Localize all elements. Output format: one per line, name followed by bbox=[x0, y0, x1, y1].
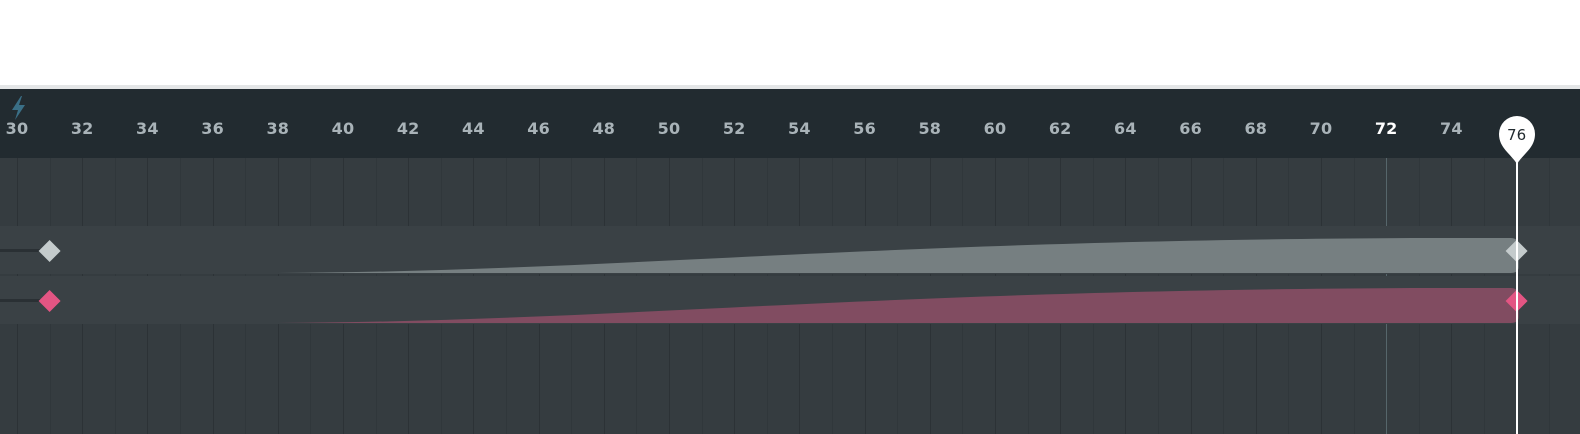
ruler-tick-50[interactable]: 50 bbox=[649, 119, 689, 138]
ruler-tick-40[interactable]: 40 bbox=[323, 119, 363, 138]
ruler-tick-64[interactable]: 64 bbox=[1105, 119, 1145, 138]
ruler-tick-32[interactable]: 32 bbox=[62, 119, 102, 138]
keyframe-tracks bbox=[0, 238, 1528, 323]
lightning-bolt-icon[interactable] bbox=[8, 95, 30, 121]
track-connector bbox=[0, 249, 42, 252]
time-ruler[interactable]: 30 32 34 36 38 40 42 44 46 48 50 52 54 56 58 60 62 64 66 68… bbox=[0, 89, 1580, 247]
ruler-tick-34[interactable]: 34 bbox=[127, 119, 167, 138]
ruler-tick-36[interactable]: 36 bbox=[193, 119, 233, 138]
ruler-tick-48[interactable]: 48 bbox=[584, 119, 624, 138]
keyframe-diamond-icon[interactable] bbox=[38, 290, 61, 312]
keyframe-diamond-icon[interactable] bbox=[38, 240, 61, 262]
ruler-tick-60[interactable]: 60 bbox=[975, 119, 1015, 138]
playhead-frame-label: 76 bbox=[1507, 126, 1527, 144]
ruler-tick-72[interactable]: 72 bbox=[1366, 119, 1406, 138]
ruler-tick-46[interactable]: 46 bbox=[519, 119, 559, 138]
ruler-tick-66[interactable]: 66 bbox=[1171, 119, 1211, 138]
timeline-area[interactable] bbox=[0, 158, 1580, 434]
easing-curve-fill[interactable] bbox=[277, 238, 1519, 273]
easing-curve-fill[interactable] bbox=[277, 288, 1519, 323]
ruler-tick-54[interactable]: 54 bbox=[779, 119, 819, 138]
ruler-tick-62[interactable]: 62 bbox=[1040, 119, 1080, 138]
ruler-tick-74[interactable]: 74 bbox=[1431, 119, 1471, 138]
ruler-tick-68[interactable]: 68 bbox=[1236, 119, 1276, 138]
ruler-tick-52[interactable]: 52 bbox=[714, 119, 754, 138]
ruler-tick-42[interactable]: 42 bbox=[388, 119, 428, 138]
ruler-tick-58[interactable]: 58 bbox=[910, 119, 950, 138]
playhead-line[interactable] bbox=[1515, 158, 1518, 434]
top-blank-area bbox=[0, 0, 1580, 85]
ruler-tick-30[interactable]: 30 bbox=[0, 119, 37, 138]
ruler-tick-70[interactable]: 70 bbox=[1301, 119, 1341, 138]
ruler-tick-56[interactable]: 56 bbox=[845, 119, 885, 138]
ruler-tick-44[interactable]: 44 bbox=[453, 119, 493, 138]
track-connector bbox=[0, 299, 42, 302]
ruler-tick-38[interactable]: 38 bbox=[258, 119, 298, 138]
